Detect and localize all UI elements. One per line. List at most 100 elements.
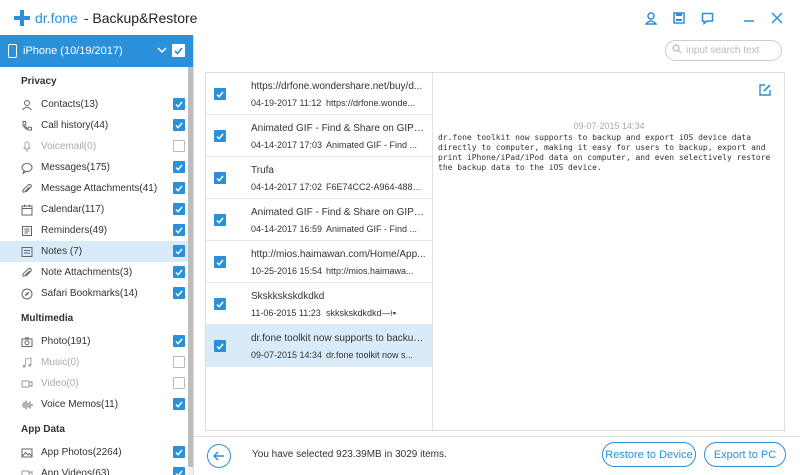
note-body: dr.fone toolkit now supports to backup a…: [438, 133, 771, 172]
sidebar-item-label: Photo(191): [41, 336, 91, 347]
sidebar-item[interactable]: Video(0): [0, 373, 193, 394]
sidebar-item[interactable]: Note Attachments(3): [0, 262, 193, 283]
search-icon: [672, 44, 682, 57]
minimize-icon[interactable]: [736, 8, 762, 28]
sidebar-item[interactable]: Voicemail(0): [0, 136, 193, 157]
note-row[interactable]: Trufa 04-14-2017 17:02 F6E74CC2-A964-488E-…: [206, 157, 432, 199]
phone-icon: [21, 120, 33, 132]
sidebar-item-label: App Photos(2264): [41, 447, 122, 458]
brand-name: dr.fone: [35, 9, 78, 26]
note-row[interactable]: dr.fone toolkit now supports to backup..…: [206, 325, 432, 367]
video-icon: [21, 468, 33, 475]
iphone-icon: [8, 44, 17, 58]
feedback-icon[interactable]: [694, 8, 720, 28]
export-to-pc-button[interactable]: Export to PC: [704, 442, 786, 467]
note-row[interactable]: http://mios.haimawan.com/Home/App... 10-2…: [206, 241, 432, 283]
note-checkbox[interactable]: [214, 214, 226, 226]
search-box[interactable]: [665, 40, 782, 61]
title-bar: dr.fone - Backup&Restore: [0, 0, 800, 35]
restore-to-device-button[interactable]: Restore to Device: [602, 442, 696, 467]
app-logo: dr.fone - Backup&Restore: [14, 9, 197, 26]
sidebar-item[interactable]: Calendar(117): [0, 199, 193, 220]
sidebar-item[interactable]: Notes (7): [0, 241, 193, 262]
contacts-icon: [21, 99, 33, 111]
sidebar-item[interactable]: Voice Memos(11): [0, 394, 193, 415]
sidebar-item-label: Note Attachments(3): [41, 267, 133, 278]
note-checkbox[interactable]: [214, 172, 226, 184]
back-button[interactable]: [207, 444, 231, 468]
item-checkbox[interactable]: [173, 356, 185, 368]
note-row[interactable]: Skskkskskdkdkd 11-06-2015 11:23 skkskskdkd…: [206, 283, 432, 325]
note-snippet: https://drfone.wonde...: [326, 98, 416, 108]
sidebar-item[interactable]: Call history(44): [0, 115, 193, 136]
sidebar-item[interactable]: Message Attachments(41): [0, 178, 193, 199]
note-detail: 09-07-2015 14:34 dr.fone toolkit now sup…: [434, 73, 784, 430]
sidebar-item[interactable]: Music(0): [0, 352, 193, 373]
sidebar-item[interactable]: App Photos(2264): [0, 442, 193, 463]
item-checkbox[interactable]: [173, 245, 185, 257]
sidebar-item[interactable]: Reminders(49): [0, 220, 193, 241]
note-checkbox[interactable]: [214, 298, 226, 310]
sidebar-item-label: Calendar(117): [41, 204, 105, 215]
sidebar-item-label: Voicemail(0): [41, 141, 97, 152]
microphone-icon: [21, 141, 33, 153]
sidebar-item-label: App Videos(63): [41, 468, 110, 475]
item-checkbox[interactable]: [173, 467, 185, 475]
note-date: 04-14-2017 17:02: [251, 182, 323, 192]
sidebar-item[interactable]: Photo(191): [0, 331, 193, 352]
note-row[interactable]: https://drfone.wondershare.net/buy/d... 0…: [206, 73, 432, 115]
device-checkbox[interactable]: [172, 44, 185, 57]
note-checkbox[interactable]: [214, 130, 226, 142]
user-icon[interactable]: [638, 8, 664, 28]
save-icon[interactable]: [666, 8, 692, 28]
sidebar-item-label: Message Attachments(41): [41, 183, 158, 194]
item-checkbox[interactable]: [173, 161, 185, 173]
item-checkbox[interactable]: [173, 335, 185, 347]
item-checkbox[interactable]: [173, 98, 185, 110]
note-checkbox[interactable]: [214, 88, 226, 100]
item-checkbox[interactable]: [173, 119, 185, 131]
note-snippet: http://mios.haimawa...: [326, 266, 414, 276]
note-date: 04-14-2017 17:03: [251, 140, 323, 150]
device-selector[interactable]: iPhone (10/19/2017): [0, 35, 193, 67]
chevron-down-icon[interactable]: [157, 45, 167, 57]
attachment-icon: [21, 183, 33, 195]
sidebar-item[interactable]: Contacts(13): [0, 94, 193, 115]
item-checkbox[interactable]: [173, 287, 185, 299]
item-checkbox[interactable]: [173, 377, 185, 389]
item-checkbox[interactable]: [173, 446, 185, 458]
note-title: dr.fone toolkit now supports to backup..…: [251, 333, 426, 344]
sidebar-scrollbar[interactable]: [188, 67, 193, 475]
note-checkbox[interactable]: [214, 256, 226, 268]
sidebar-item-label: Voice Memos(11): [41, 399, 119, 410]
search-input[interactable]: [686, 45, 778, 56]
note-date: 09-07-2015 14:34: [251, 350, 323, 360]
sidebar-item[interactable]: Safari Bookmarks(14): [0, 283, 193, 304]
item-checkbox[interactable]: [173, 140, 185, 152]
edit-icon[interactable]: [758, 83, 772, 100]
sidebar-item[interactable]: App Videos(63): [0, 463, 193, 475]
close-icon[interactable]: [764, 8, 790, 28]
sidebar-item-label: Messages(175): [41, 162, 110, 173]
item-checkbox[interactable]: [173, 266, 185, 278]
item-checkbox[interactable]: [173, 224, 185, 236]
note-checkbox[interactable]: [214, 340, 226, 352]
notes-panel: https://drfone.wondershare.net/buy/d... 0…: [205, 72, 785, 431]
section-heading: Privacy: [21, 76, 57, 87]
item-checkbox[interactable]: [173, 398, 185, 410]
item-checkbox[interactable]: [173, 203, 185, 215]
note-row[interactable]: Animated GIF - Find & Share on GIPHY 04-1…: [206, 115, 432, 157]
note-title: Trufa: [251, 165, 274, 176]
scrollbar-thumb[interactable]: [188, 67, 193, 467]
sidebar-item-label: Reminders(49): [41, 225, 108, 236]
sidebar-item[interactable]: Messages(175): [0, 157, 193, 178]
sidebar-item-label: Music(0): [41, 357, 80, 368]
voice-memo-icon: [21, 399, 33, 411]
note-date: 09-07-2015 14:34: [573, 121, 645, 131]
sidebar: iPhone (10/19/2017) Privacy Contacts(13) C…: [0, 35, 194, 475]
note-row[interactable]: Animated GIF - Find & Share on GIPHY 04-1…: [206, 199, 432, 241]
item-checkbox[interactable]: [173, 182, 185, 194]
attachment-icon: [21, 267, 33, 279]
sidebar-item-label: Notes (7): [41, 246, 83, 257]
note-snippet: skkskskdkdkd—⟊▪: [326, 308, 397, 318]
